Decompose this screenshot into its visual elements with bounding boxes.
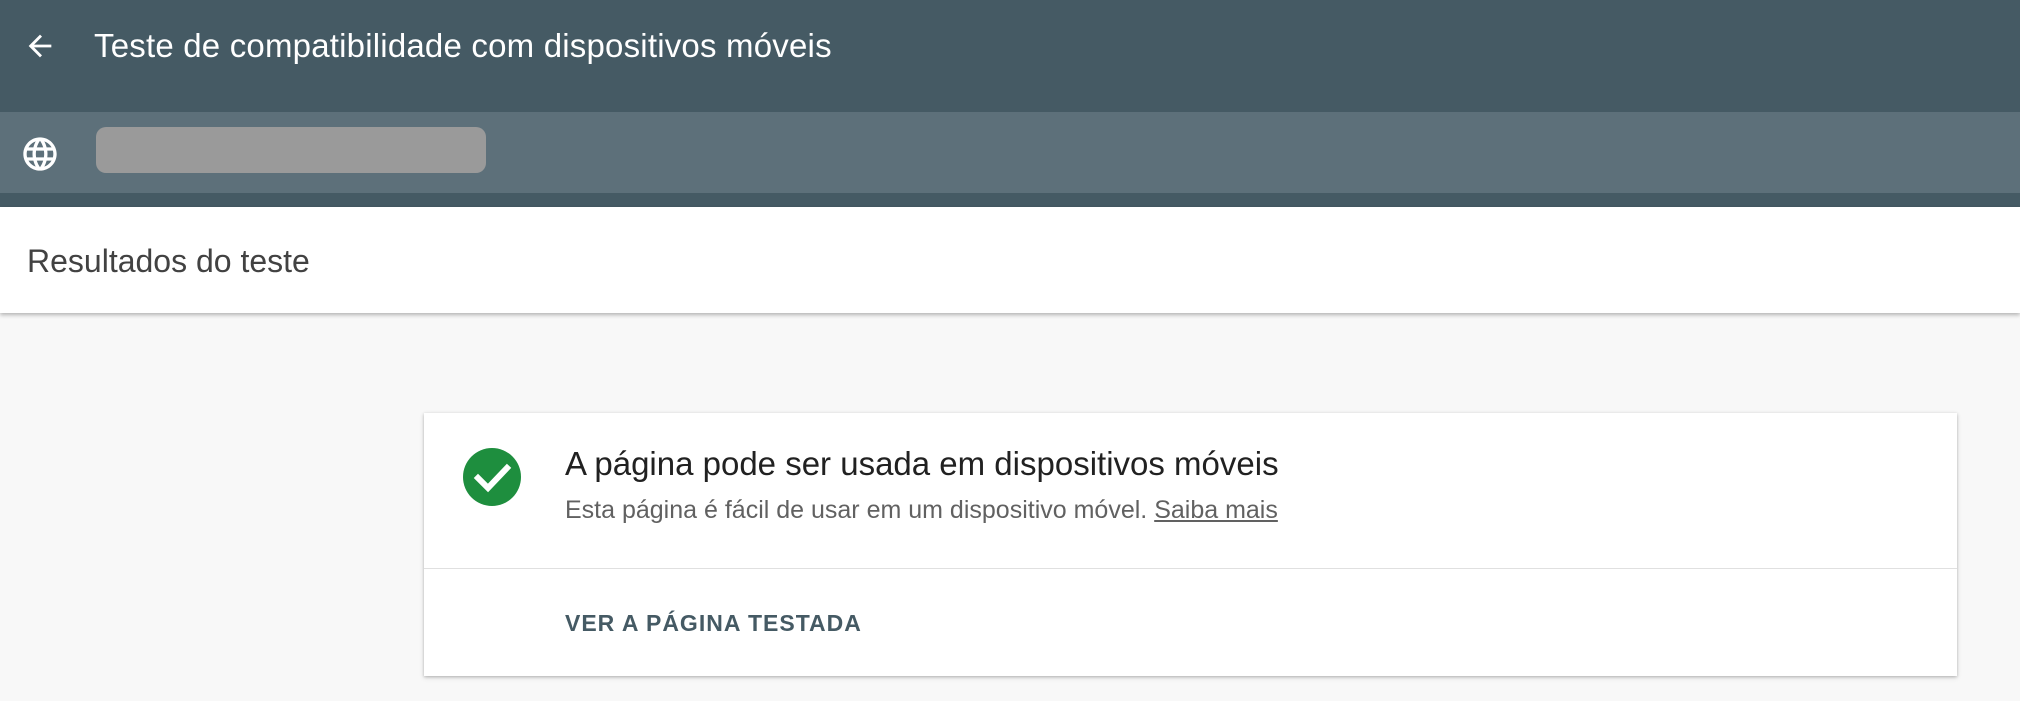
arrow-back-icon	[28, 34, 52, 58]
page-title: Teste de compatibilidade com dispositivo…	[94, 27, 832, 64]
check-circle-icon	[463, 448, 521, 506]
app-header: Teste de compatibilidade com dispositivo…	[0, 0, 2020, 112]
url-bar	[0, 112, 2020, 193]
result-description: Esta página é fácil de usar em um dispos…	[565, 494, 1278, 526]
header-strip	[0, 193, 2020, 207]
result-heading: A página pode ser usada em dispositivos …	[565, 445, 1279, 482]
globe-icon	[23, 137, 57, 171]
learn-more-link[interactable]: Saiba mais	[1154, 496, 1278, 524]
results-header: Resultados do teste	[0, 207, 2020, 313]
description-text: Esta página é fácil de usar em um dispos…	[565, 496, 1148, 524]
url-input-redacted[interactable]	[96, 127, 486, 173]
divider	[424, 568, 1957, 569]
view-tested-page-button[interactable]: VER A PÁGINA TESTADA	[565, 607, 862, 639]
results-title: Resultados do teste	[27, 243, 310, 279]
back-button[interactable]	[16, 22, 64, 70]
result-card: A página pode ser usada em dispositivos …	[424, 413, 1957, 676]
